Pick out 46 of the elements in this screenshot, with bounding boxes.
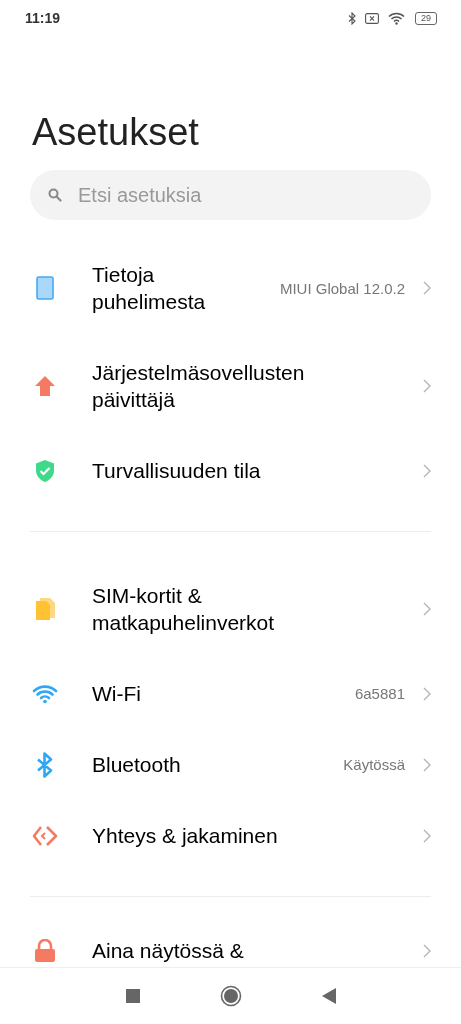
phone-icon xyxy=(36,276,54,300)
settings-item[interactable]: Turvallisuuden tila xyxy=(0,435,461,506)
chevron-icon xyxy=(423,757,431,772)
recents-icon[interactable] xyxy=(125,989,140,1003)
item-label: Wi-Fi xyxy=(92,681,142,707)
up-arrow-icon xyxy=(34,375,56,397)
item-value: 6a5881 xyxy=(354,685,405,702)
chevron-icon xyxy=(423,943,431,958)
share-icon xyxy=(32,824,58,847)
status-time: 11:19 xyxy=(25,10,61,26)
chevron-icon xyxy=(423,379,431,393)
sim-off-icon xyxy=(365,12,379,24)
item-label: Tietoja puhelimesta xyxy=(92,262,207,315)
page-title: Asetukset xyxy=(32,110,200,154)
item-value: Käytössä xyxy=(343,756,405,773)
chevron-icon xyxy=(423,281,431,295)
lock-icon xyxy=(34,938,56,963)
item-label: Järjestelmäsovellusten päivittäjä xyxy=(92,360,306,413)
chevron-icon xyxy=(423,463,431,478)
settings-item[interactable]: Bluetooth Käytössä xyxy=(0,729,461,800)
sim-cards-icon xyxy=(34,597,56,621)
battery-level: 29 xyxy=(415,11,437,25)
settings-item[interactable]: Tietoja puhelimesta MIUI Global 12.0.2 xyxy=(0,239,461,337)
search-field[interactable]: Etsi asetuksia xyxy=(30,170,431,220)
item-label: Turvallisuuden tila xyxy=(92,458,262,484)
bluetooth-icon xyxy=(35,751,55,778)
bluetooth-icon xyxy=(348,11,356,25)
settings-item[interactable]: SIM-kortit & matkapuhelinverkot xyxy=(0,560,461,658)
chevron-icon xyxy=(423,828,431,843)
item-label: Bluetooth xyxy=(92,752,182,778)
settings-item[interactable]: Järjestelmäsovellusten päivittäjä xyxy=(0,337,461,435)
back-icon[interactable] xyxy=(321,988,336,1004)
chevron-icon xyxy=(423,686,431,701)
settings-item[interactable]: Yhteys & jakaminen xyxy=(0,800,461,871)
item-label: Aina näytössä & xyxy=(92,938,245,964)
wifi-icon xyxy=(388,11,406,25)
item-label: Yhteys & jakaminen xyxy=(92,823,279,849)
shield-check-icon xyxy=(35,458,55,483)
item-value: MIUI Global 12.0.2 xyxy=(279,279,405,297)
wifi-icon xyxy=(32,683,58,704)
settings-item[interactable]: Wi-Fi 6a5881 xyxy=(0,658,461,729)
settings-item[interactable]: Aina näytössä & xyxy=(0,915,461,967)
item-label: SIM-kortit & matkapuhelinverkot xyxy=(92,583,276,636)
chevron-icon xyxy=(423,602,431,616)
search-icon xyxy=(48,188,62,202)
home-icon[interactable] xyxy=(219,985,242,1007)
